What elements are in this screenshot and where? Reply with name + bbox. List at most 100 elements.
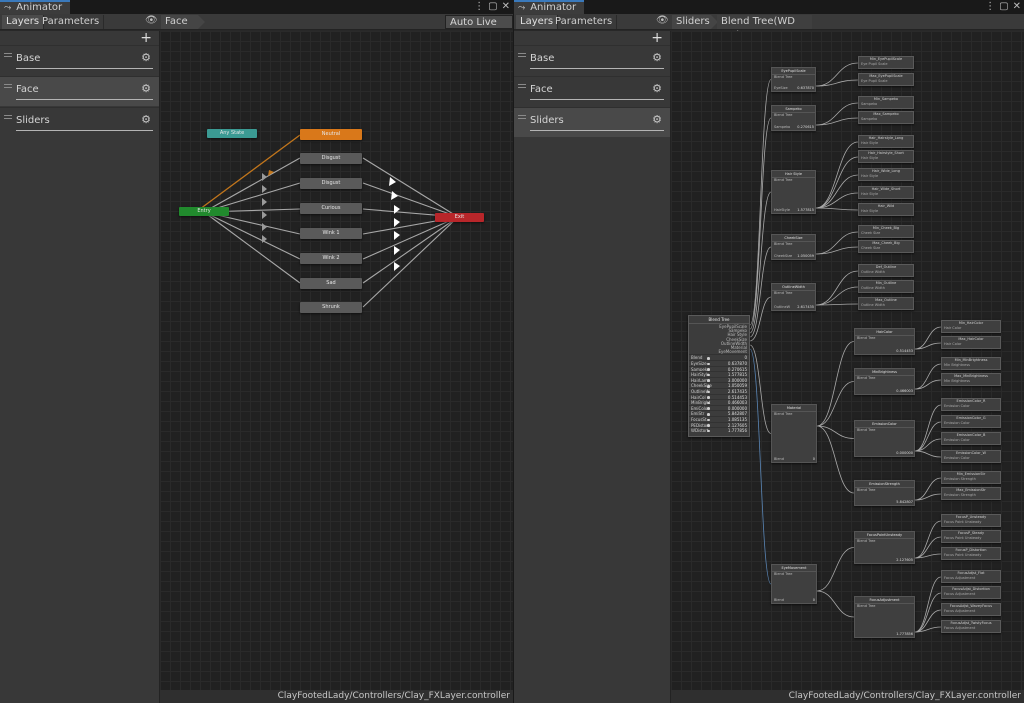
animation-clip-node[interactable]: FocusAdjst_Distortion Focus Adjustment — [941, 586, 1001, 599]
animation-clip-node[interactable]: Min_Outline Outline Width — [858, 280, 914, 293]
animation-clip-node[interactable]: Min_EmissionStr Emission Strength — [941, 471, 1001, 484]
node-value[interactable]: 0.466003 — [896, 389, 913, 393]
kebab-menu-icon[interactable]: ⋮ — [985, 0, 995, 14]
animation-clip-node[interactable]: EmissionColor_R Emission Color — [941, 398, 1001, 411]
animation-clip-node[interactable]: Hair_Wild Hair Style — [858, 203, 914, 216]
animation-clip-node[interactable]: Max_EyePupilScale Eye Pupil Scale — [858, 73, 914, 86]
window-tab[interactable]: ⤳ Animator — [514, 0, 584, 14]
layer-row-base[interactable]: Base ⚙ — [514, 45, 670, 75]
maximize-icon[interactable]: ▢ — [999, 0, 1008, 14]
breadcrumb-face[interactable]: Face — [161, 15, 205, 29]
root-blend-tree-node[interactable]: Blend Tree EyePupilScale Sampeko Hair Styl… — [688, 315, 750, 437]
drag-handle-icon[interactable] — [518, 53, 526, 57]
gear-icon[interactable]: ⚙ — [652, 113, 662, 126]
node-value[interactable]: 0.637870 — [797, 86, 814, 90]
blend-tree-node[interactable]: EmissionColor Blend Tree 0.000000 — [854, 420, 915, 457]
gear-icon[interactable]: ⚙ — [141, 113, 151, 126]
blend-tree-node[interactable]: MinBrightness Blend Tree 0.466003 — [854, 368, 915, 395]
animation-clip-node[interactable]: EmissionColor_W Emission Color — [941, 450, 1001, 463]
layer-row-sliders[interactable]: Sliders ⚙ — [0, 107, 159, 137]
node-value[interactable]: 2.127605 — [896, 558, 913, 562]
breadcrumb-blend-tree[interactable]: Blend Tree(WD ON) — [717, 15, 812, 41]
animation-clip-node[interactable]: Hair_Hairstyle_Long Hair Style — [858, 135, 914, 148]
layer-row-sliders[interactable]: Sliders ⚙ — [514, 107, 670, 137]
blend-tree-node[interactable]: Material Blend Tree Blend 0 — [771, 404, 817, 463]
animation-clip-node[interactable]: Def_Outline Outline Width — [858, 264, 914, 277]
animation-clip-node[interactable]: FocusP_Steady Focus Point Unsteady — [941, 530, 1001, 543]
entry-node[interactable]: Entry — [179, 207, 229, 216]
animation-clip-node[interactable]: Max_Outline Outline Width — [858, 297, 914, 310]
node-value[interactable]: 1.577815 — [797, 208, 814, 212]
node-value[interactable]: 1.050059 — [797, 254, 814, 258]
state-node[interactable]: Wink 2 — [300, 253, 362, 264]
state-node[interactable]: Wink 1 — [300, 228, 362, 239]
animation-clip-node[interactable]: Min_MinBrightness Min Brightness — [941, 357, 1001, 370]
default-state-node[interactable]: Neutral — [300, 129, 362, 140]
node-value[interactable]: 5.842807 — [896, 500, 913, 504]
node-value[interactable]: 0 — [813, 457, 815, 461]
state-node[interactable]: Shrunk — [300, 302, 362, 313]
state-node[interactable]: Disgust — [300, 178, 362, 189]
animation-clip-node[interactable]: Hair_Wide_Short Hair Style — [858, 186, 914, 199]
drag-handle-icon[interactable] — [518, 115, 526, 119]
node-value[interactable]: 0 — [813, 598, 815, 602]
blend-tree-node[interactable]: HairColor Blend Tree 0.514453 — [854, 328, 915, 355]
animation-clip-node[interactable]: FocusAdjst_WaveyFocus Focus Adjustment — [941, 603, 1001, 616]
gear-icon[interactable]: ⚙ — [652, 82, 662, 95]
animation-clip-node[interactable]: Max_MinBrightness Min Brightness — [941, 373, 1001, 386]
node-value[interactable]: 0.000000 — [896, 451, 913, 455]
eye-icon[interactable]: 👁 — [656, 15, 669, 26]
animation-clip-node[interactable]: Max_EmissionStr Emission Strength — [941, 487, 1001, 500]
eye-icon[interactable]: 👁 — [145, 15, 158, 26]
tab-parameters[interactable]: Parameters — [551, 15, 618, 29]
animation-clip-node[interactable]: EmissionColor_G Emission Color — [941, 415, 1001, 428]
blend-tree-node[interactable]: FocusAdjustment Blend Tree 1.777856 — [854, 596, 915, 638]
blend-tree-node[interactable]: OutlineWidth Blend Tree OutlineW 2.61743… — [771, 283, 816, 311]
blend-tree-node[interactable]: CheekSize Blend Tree CheekSize 1.050059 — [771, 234, 816, 260]
animation-clip-node[interactable]: FocusAdjst_TwistyFocus Focus Adjustment — [941, 620, 1001, 633]
kebab-menu-icon[interactable]: ⋮ — [474, 0, 484, 14]
node-value[interactable]: 0.514453 — [896, 349, 913, 353]
layer-row-face[interactable]: Face ⚙ — [0, 76, 159, 106]
drag-handle-icon[interactable] — [4, 84, 12, 88]
close-icon[interactable]: ✕ — [1013, 0, 1021, 14]
blend-tree-node[interactable]: FocusPointUnsteady Blend Tree 2.127605 — [854, 531, 915, 564]
animation-clip-node[interactable]: Max_HairColor Hair Color — [941, 336, 1001, 349]
gear-icon[interactable]: ⚙ — [141, 82, 151, 95]
state-machine-graph[interactable]: Any State Neutral Entry Exit Disgust Dis… — [160, 31, 513, 690]
exit-node[interactable]: Exit — [435, 213, 484, 222]
breadcrumb-sliders[interactable]: Sliders — [672, 15, 718, 29]
animation-clip-node[interactable]: FocusP_Distortion Focus Point Unsteady — [941, 547, 1001, 560]
drag-handle-icon[interactable] — [4, 53, 12, 57]
animation-clip-node[interactable]: Max_Cheek_Big Cheek Size — [858, 240, 914, 253]
animation-clip-node[interactable]: Hair_Hairstyle_Short Hair Style — [858, 150, 914, 163]
layer-row-base[interactable]: Base ⚙ — [0, 45, 159, 75]
state-node[interactable]: Sad — [300, 278, 362, 289]
maximize-icon[interactable]: ▢ — [488, 0, 497, 14]
tab-parameters[interactable]: Parameters — [38, 15, 105, 29]
blend-tree-node[interactable]: EyePupilScale Blend Tree EyeSize 0.63787… — [771, 67, 816, 92]
animation-clip-node[interactable]: Min_HairColor Hair Color — [941, 320, 1001, 333]
layer-row-face[interactable]: Face ⚙ — [514, 76, 670, 106]
node-value[interactable]: 1.777856 — [896, 632, 913, 636]
gear-icon[interactable]: ⚙ — [652, 51, 662, 64]
parameter-value[interactable]: 1.777856 — [728, 428, 747, 434]
animation-clip-node[interactable]: Min_EyePupilScale Eye Pupil Scale — [858, 56, 914, 69]
animation-clip-node[interactable]: Hair_Wide_Long Hair Style — [858, 168, 914, 181]
node-value[interactable]: 0.270615 — [797, 125, 814, 129]
plus-icon[interactable]: + — [140, 31, 152, 45]
slider-knob[interactable] — [707, 429, 710, 433]
drag-handle-icon[interactable] — [518, 84, 526, 88]
drag-handle-icon[interactable] — [4, 115, 12, 119]
animation-clip-node[interactable]: Max_Sampeko Sampeko — [858, 111, 914, 124]
blend-tree-node[interactable]: EmissionStrength Blend Tree 5.842807 — [854, 480, 915, 506]
animation-clip-node[interactable]: Min_Sampeko Sampeko — [858, 96, 914, 109]
blend-tree-graph[interactable]: Blend Tree EyePupilScale Sampeko Hair Styl… — [671, 31, 1024, 690]
plus-icon[interactable]: + — [651, 31, 663, 45]
state-node[interactable]: Curious — [300, 203, 362, 214]
parameter-row[interactable]: WDistort 1.777856 — [689, 427, 749, 433]
blend-tree-node[interactable]: EyeMovement Blend Tree Blend 0 — [771, 564, 817, 604]
node-value[interactable]: 2.617435 — [797, 305, 814, 309]
auto-live-link-button[interactable]: Auto Live Link — [445, 15, 513, 42]
gear-icon[interactable]: ⚙ — [141, 51, 151, 64]
